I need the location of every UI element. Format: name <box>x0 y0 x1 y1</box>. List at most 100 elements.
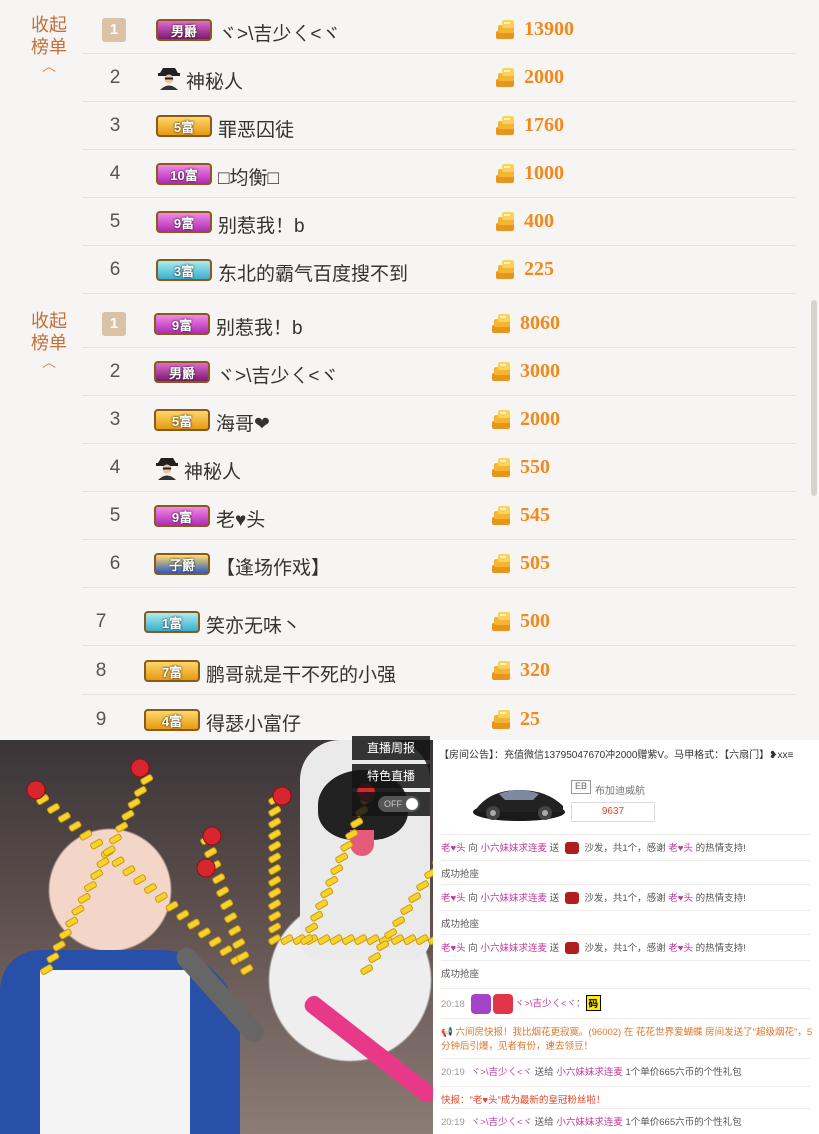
user-name[interactable]: 别惹我！b <box>216 313 303 340</box>
chat-username[interactable]: 小六妹妹求连麦 <box>480 843 547 854</box>
level-badge: 子爵 <box>154 553 210 575</box>
chat-username[interactable]: 老♥头 <box>441 893 466 904</box>
toggle-switch[interactable]: OFF <box>378 796 420 812</box>
user-name[interactable]: 东北的霸气百度搜不到 <box>218 259 408 286</box>
level-badge: 7富 <box>144 660 200 682</box>
gold-coin-icon <box>496 68 514 87</box>
user-name[interactable]: 得瑟小富仔 <box>206 709 301 736</box>
user-name[interactable]: □均衡□ <box>218 163 279 190</box>
divider <box>441 960 811 961</box>
collapse-board-button[interactable]: 收起榜单 ︿ <box>26 14 72 74</box>
featured-live-button[interactable]: 特色直播 <box>352 764 430 788</box>
gift-coin <box>154 892 168 903</box>
gold-coin-icon <box>492 410 510 429</box>
ranking-row[interactable]: 4 神秘人 550 <box>82 444 796 492</box>
gift-coin <box>268 910 282 922</box>
user-name[interactable]: 神秘人 <box>186 67 243 94</box>
ranking-row[interactable]: 4 10富 □均衡□ 1000 <box>82 150 796 198</box>
ranking-row[interactable]: 5 9富 别惹我！b 400 <box>82 198 796 246</box>
chat-username[interactable]: 老♥头 <box>668 843 693 854</box>
chat-username[interactable]: ヾ>\吉少ㄑ<ヾ <box>471 1067 532 1078</box>
ranking-row[interactable]: 3 5富 海哥❤ 2000 <box>82 396 796 444</box>
chat-username[interactable]: 老♥头 <box>668 943 693 954</box>
chat-text: 送给 <box>532 1117 557 1128</box>
ranking-row[interactable]: 5 9富 老♥头 545 <box>82 492 796 540</box>
gift-coin <box>310 910 324 922</box>
chat-text: 向 <box>465 943 481 954</box>
ranking-row[interactable]: 6 3富 东北的霸气百度搜不到 225 <box>82 246 796 294</box>
ranking-row[interactable]: 2 男爵 ヾ>\吉少ㄑ<ヾ 3000 <box>82 348 796 396</box>
chat-username[interactable]: 小六妹妹求连麦 <box>556 1117 623 1128</box>
ranking-row[interactable]: 3 5富 罪恶囚徒 1760 <box>82 102 796 150</box>
chat-text: 送 <box>546 893 562 904</box>
gift-coin <box>368 952 382 963</box>
chat-text: ： <box>576 998 586 1010</box>
gift-coin <box>228 925 242 936</box>
broadcast-text: 六间房快报！我比烟花更寂寞。(96002) 在 花花世界爱蝴蝶 房间发送了"超级… <box>441 1027 813 1052</box>
chat-username[interactable]: 小六妹妹求连麦 <box>480 943 547 954</box>
user-name[interactable]: 神秘人 <box>184 457 241 484</box>
divider <box>441 1086 811 1087</box>
collapse-board-button[interactable]: 收起榜单 ︿ <box>26 310 72 370</box>
rank-number: 5 <box>109 504 121 526</box>
ranking-row[interactable]: 8 7富 鹏哥就是干不死的小强 320 <box>82 647 796 695</box>
user-name[interactable]: 罪恶囚徒 <box>218 115 294 142</box>
chat-username[interactable]: 老♥头 <box>668 893 693 904</box>
user-name[interactable]: 【逢场作戏】 <box>216 553 330 580</box>
rose-icon <box>196 858 216 878</box>
chat-username[interactable]: 老♥头 <box>441 843 466 854</box>
level-badge: 4富 <box>144 709 200 731</box>
gift-coin <box>115 821 129 833</box>
chat-username[interactable]: 小六妹妹求连麦 <box>480 893 547 904</box>
gift-coin <box>47 803 60 814</box>
divider <box>441 884 811 885</box>
sofa-icon <box>564 942 579 955</box>
weekly-report-button[interactable]: 直播周报 <box>352 736 430 760</box>
gift-coin <box>268 852 282 864</box>
chat-username[interactable]: 小六妹妹求连麦 <box>556 1067 623 1078</box>
gift-coin <box>90 869 104 880</box>
contribution-amount: 1000 <box>524 162 564 184</box>
user-name[interactable]: 笑亦无味丶 <box>206 611 301 638</box>
rank-number: 4 <box>109 162 121 184</box>
gift-coin <box>403 934 417 945</box>
gift-coin <box>240 964 254 975</box>
ranking-row[interactable]: 2 神秘人 2000 <box>82 54 796 102</box>
user-name[interactable]: 鹏哥就是干不死的小强 <box>206 660 396 687</box>
rank-number: 1 <box>102 18 126 42</box>
ranking-row[interactable]: 1 男爵 ヾ>\吉少ㄑ<ヾ 13900 <box>82 6 796 54</box>
chat-text: 向 <box>465 893 481 904</box>
user-name[interactable]: 海哥❤ <box>216 409 270 436</box>
chat-username[interactable]: ヾ>\吉少ㄑ<ヾ <box>471 1117 532 1128</box>
gold-coin-icon <box>496 116 514 135</box>
gift-coin <box>77 892 91 904</box>
gift-coin <box>415 934 429 945</box>
scrollbar[interactable] <box>811 300 817 496</box>
chat-username[interactable]: 老♥头 <box>441 943 466 954</box>
user-name[interactable]: ヾ>\吉少ㄑ<ヾ <box>216 361 338 388</box>
user-name[interactable]: 别惹我！b <box>218 211 305 238</box>
gift-coin <box>127 797 141 809</box>
gift-coin <box>40 964 54 975</box>
contribution-amount: 3000 <box>520 360 560 382</box>
gift-coin <box>305 922 319 934</box>
user-name[interactable]: 老♥头 <box>216 505 265 532</box>
gold-coin-icon <box>496 260 514 279</box>
ranking-row[interactable]: 1 9富 别惹我！b 8060 <box>82 300 796 348</box>
ranking-row[interactable]: 9 4富 得瑟小富仔 25 <box>82 696 796 744</box>
user-name[interactable]: ヾ>\吉少ㄑ<ヾ <box>218 19 340 46</box>
ranking-row[interactable]: 6 子爵 【逢场作戏】 505 <box>82 540 796 588</box>
gift-coin <box>102 845 116 857</box>
contribution-amount: 13900 <box>524 18 574 40</box>
brand-logo: EB <box>571 780 591 794</box>
sofa-icon <box>564 842 579 855</box>
chat-text: 1个单价665六币的个性礼包 <box>622 1067 742 1078</box>
contribution-amount: 25 <box>520 708 540 730</box>
gold-coin-icon <box>492 554 510 573</box>
gift-coin <box>317 934 331 945</box>
chat-username[interactable]: ヾ>\吉少ㄑ<ヾ <box>515 999 576 1010</box>
gift-coin <box>325 875 339 887</box>
gift-coin <box>350 817 364 829</box>
chat-time: 20:18 <box>441 998 465 1010</box>
ranking-row[interactable]: 7 1富 笑亦无味丶 500 <box>82 598 796 646</box>
